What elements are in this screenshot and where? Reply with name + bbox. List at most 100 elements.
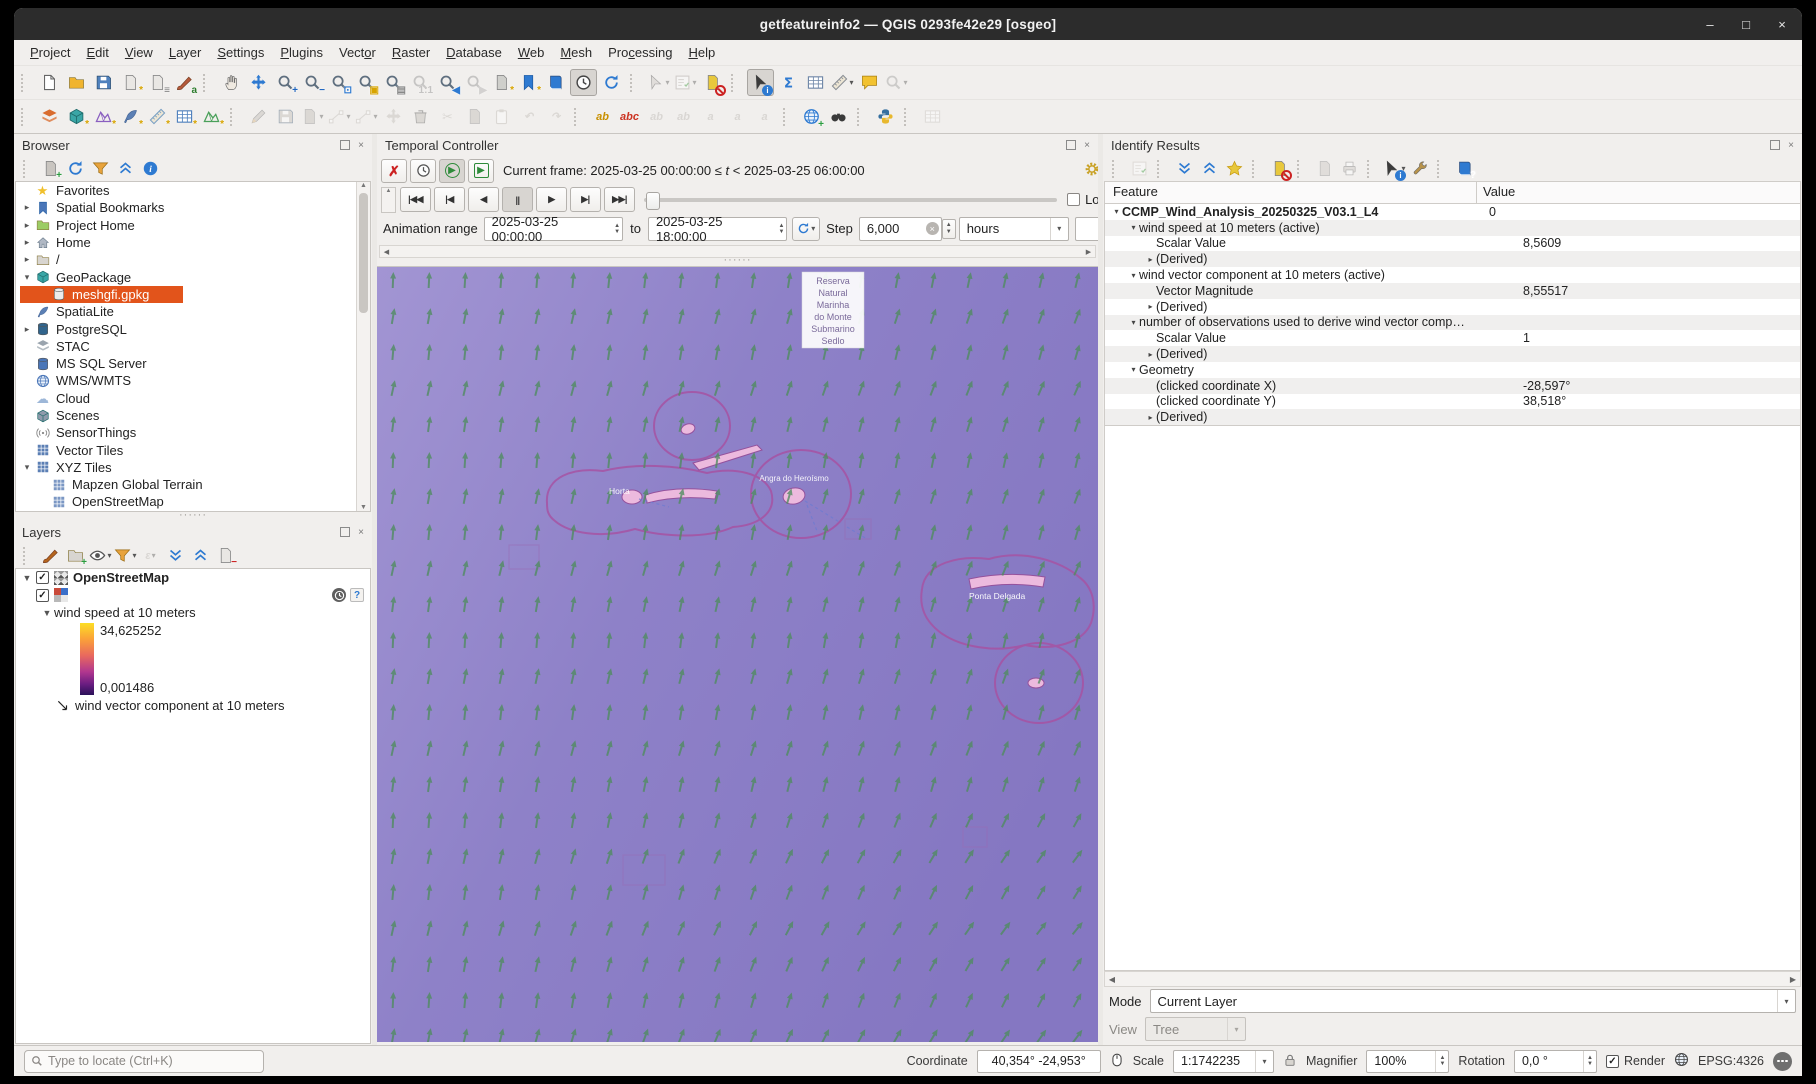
layer-diagram-icon[interactable]: abc xyxy=(617,104,642,129)
collapse-all-layers-icon[interactable] xyxy=(189,544,212,567)
browser-item-postgresql[interactable]: ▸PostgreSQL xyxy=(16,320,356,337)
layer-checkbox[interactable]: ✓ xyxy=(36,589,49,602)
refresh-map-icon[interactable] xyxy=(599,70,624,95)
clear-results-icon[interactable] xyxy=(1268,157,1291,180)
browser-properties-icon[interactable] xyxy=(139,157,162,180)
expand-new-results-icon[interactable] xyxy=(1223,157,1246,180)
zoom-to-layer-icon[interactable]: ▤ xyxy=(381,70,406,95)
add-feature-icon[interactable]: ▾ xyxy=(327,104,352,129)
open-attribute-table-icon[interactable] xyxy=(803,70,828,95)
expander-icon[interactable]: ▸ xyxy=(1145,255,1156,264)
browser-item-wms-wmts[interactable]: WMS/WMTS xyxy=(16,372,356,389)
identify-row[interactable]: (clicked coordinate X)-28,597° xyxy=(1105,378,1800,394)
menu-processing[interactable]: Processing xyxy=(600,42,680,63)
delete-selected-icon[interactable] xyxy=(408,104,433,129)
map-canvas[interactable]: Reserva Natural Marinha do Monte Submari… xyxy=(377,266,1098,1045)
toggle-editing-icon[interactable] xyxy=(246,104,271,129)
help-icon[interactable]: ? xyxy=(1453,157,1476,180)
rewind-button[interactable]: |◀◀ xyxy=(400,187,431,212)
cut-features-icon[interactable] xyxy=(435,104,460,129)
identify-settings-icon[interactable] xyxy=(1408,157,1431,180)
identify-row[interactable]: ▸(Derived) xyxy=(1105,346,1800,362)
menu-help[interactable]: Help xyxy=(680,42,723,63)
expander-icon[interactable]: ▾ xyxy=(20,462,34,473)
render-checkbox[interactable]: ✓Render xyxy=(1606,1054,1665,1068)
open-layer-styling-icon[interactable] xyxy=(39,544,62,567)
zoom-next-icon[interactable]: ▶ xyxy=(462,70,487,95)
identify-mode-icon[interactable]: i▾ xyxy=(1383,157,1406,180)
expander-icon[interactable]: ▾ xyxy=(1128,318,1139,327)
close-panel-icon[interactable]: × xyxy=(356,527,366,537)
measure-icon[interactable]: ▾ xyxy=(830,70,855,95)
refresh-browser-icon[interactable] xyxy=(64,157,87,180)
close-panel-icon[interactable]: × xyxy=(1786,140,1796,150)
close-panel-icon[interactable]: × xyxy=(356,140,366,150)
expander-icon[interactable]: ▸ xyxy=(20,237,34,248)
browser-item-stac[interactable]: STAC xyxy=(16,338,356,355)
messages-icon[interactable] xyxy=(1773,1052,1792,1071)
zoom-full-extent-icon[interactable]: ⊡ xyxy=(327,70,352,95)
fast-forward-button[interactable]: ▶▶| xyxy=(604,187,635,212)
expander-icon[interactable]: ▾ xyxy=(1128,365,1139,374)
expander-icon[interactable]: ▼ xyxy=(20,590,34,600)
expander-icon[interactable]: ▸ xyxy=(1145,302,1156,311)
expander-icon[interactable]: ▾ xyxy=(1128,223,1139,232)
crs-globe-icon[interactable] xyxy=(1674,1052,1689,1070)
identify-row[interactable]: ▸(Derived) xyxy=(1105,299,1800,315)
identify-row[interactable]: Scalar Value8,5609 xyxy=(1105,236,1800,252)
expand-all-layers-icon[interactable] xyxy=(164,544,187,567)
browser-item-favorites[interactable]: ★Favorites xyxy=(16,182,356,199)
print-response-icon[interactable] xyxy=(1338,157,1361,180)
legend-group-row[interactable]: ▼ wind speed at 10 meters xyxy=(16,604,370,622)
show-layout-manager-icon[interactable]: ≡ xyxy=(145,70,170,95)
menu-settings[interactable]: Settings xyxy=(209,42,272,63)
browser-item-spatialite[interactable]: SpatiaLite xyxy=(16,303,356,320)
layer-row-ccmp[interactable]: ▼ ✓ CCMP_Wind_Analysis_20250325_V03.1_L4… xyxy=(16,587,370,605)
python-console-icon[interactable] xyxy=(873,104,898,129)
rotation-spinner[interactable]: 0,0 °▲▼ xyxy=(1514,1050,1597,1073)
identify-table-header[interactable]: Feature Value xyxy=(1104,181,1801,204)
new-map-view-icon[interactable]: * xyxy=(489,70,514,95)
identify-row[interactable]: ▾CCMP_Wind_Analysis_20250325_V03.1_L40 xyxy=(1105,204,1800,220)
browser-item-sensorthings[interactable]: SensorThings xyxy=(16,424,356,441)
clipped-widget[interactable] xyxy=(1075,217,1098,241)
identify-features-icon[interactable]: i xyxy=(747,69,774,96)
menu-edit[interactable]: Edit xyxy=(78,42,116,63)
identify-row[interactable]: ▾wind vector component at 10 meters (act… xyxy=(1105,267,1800,283)
new-spatial-bookmark-icon[interactable]: * xyxy=(516,70,541,95)
step-unit-select[interactable]: hours▾ xyxy=(959,217,1069,241)
extents-tracking-icon[interactable] xyxy=(1110,1053,1124,1070)
float-panel-icon[interactable] xyxy=(1066,140,1076,150)
add-selected-layers-icon[interactable]: + xyxy=(39,157,62,180)
crs-status[interactable]: EPSG:4326 xyxy=(1698,1054,1764,1068)
expander-icon[interactable]: ▸ xyxy=(20,220,34,231)
minimize-button[interactable]: – xyxy=(1702,17,1718,32)
refresh-range-icon[interactable]: ▾ xyxy=(792,217,820,241)
expander-icon[interactable]: ▸ xyxy=(1145,413,1156,422)
save-layer-edits-icon[interactable] xyxy=(273,104,298,129)
manage-map-themes-icon[interactable]: ▾ xyxy=(89,544,112,567)
select-by-form-icon[interactable]: ▾ xyxy=(673,70,698,95)
zoom-native-resolution-icon[interactable]: 1:1 xyxy=(408,70,433,95)
panel-splitter[interactable] xyxy=(377,258,1098,266)
temporal-slider[interactable] xyxy=(644,198,1057,202)
search-plugins-icon[interactable] xyxy=(826,104,851,129)
layer-checkbox[interactable]: ✓ xyxy=(36,571,49,584)
identify-row[interactable]: ▸(Derived) xyxy=(1105,409,1800,425)
menu-web[interactable]: Web xyxy=(510,42,553,63)
new-spatialite-layer-icon[interactable]: * xyxy=(118,104,143,129)
expander-icon[interactable]: ▸ xyxy=(20,324,34,335)
move-label-icon[interactable]: a xyxy=(698,104,723,129)
value-column-header[interactable]: Value xyxy=(1477,182,1800,203)
remove-layer-icon[interactable]: − xyxy=(214,544,237,567)
slider-handle[interactable] xyxy=(646,192,660,210)
legend-vector-row[interactable]: wind vector component at 10 meters xyxy=(16,697,370,715)
change-label-icon[interactable]: a xyxy=(752,104,777,129)
clear-icon[interactable]: × xyxy=(926,222,939,235)
metasearch-icon[interactable]: + xyxy=(799,104,824,129)
close-button[interactable]: × xyxy=(1774,17,1790,32)
paste-features-icon[interactable] xyxy=(489,104,514,129)
filter-legend-icon[interactable]: ▾ xyxy=(114,544,137,567)
open-project-icon[interactable] xyxy=(64,70,89,95)
filter-browser-icon[interactable] xyxy=(89,157,112,180)
